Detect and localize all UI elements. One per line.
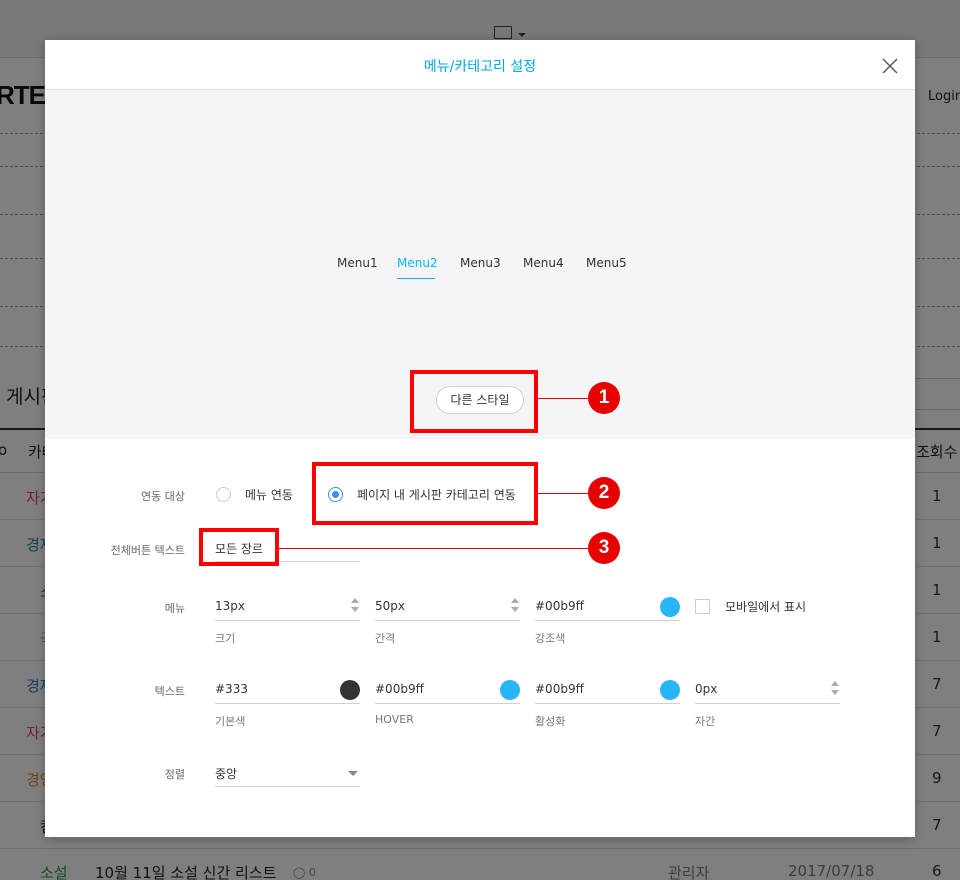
text-hover-color-caption: HOVER [375, 713, 414, 726]
menu-row-label: 메뉴 [164, 602, 185, 615]
menu-spacing-value: 50px [375, 599, 405, 613]
show-on-mobile-label[interactable]: 모바일에서 표시 [725, 598, 806, 615]
menu-preview-area: Menu1 Menu2 Menu3 Menu4 Menu5 다른 스타일 [45, 90, 915, 439]
annotation-marker-3: 3 [588, 532, 620, 564]
color-swatch[interactable] [500, 680, 520, 700]
text-hover-color-input[interactable]: #00b9ff [375, 676, 520, 704]
letter-spacing-input[interactable]: 0px [695, 676, 840, 704]
text-active-color-caption: 활성화 [535, 715, 566, 728]
board-category-link-radio[interactable] [328, 487, 343, 502]
annotation-marker-1: 1 [588, 382, 620, 414]
menu-size-value: 13px [215, 599, 245, 613]
close-button[interactable] [878, 54, 902, 78]
stepper-icon[interactable] [510, 597, 520, 613]
preview-menu-5[interactable]: Menu5 [586, 256, 627, 270]
board-category-link-radio-label[interactable]: 페이지 내 게시판 카테고리 연동 [357, 486, 516, 503]
align-row-label: 정렬 [164, 768, 185, 781]
annotation-line-1 [538, 398, 588, 399]
letter-spacing-value: 0px [695, 682, 718, 696]
align-select-value: 중앙 [215, 767, 238, 781]
stepper-icon[interactable] [350, 597, 360, 613]
active-menu-underline [397, 278, 435, 279]
close-icon [882, 58, 898, 74]
text-row-label: 텍스트 [154, 685, 185, 698]
menu-accent-color-input[interactable]: #00b9ff [535, 593, 680, 621]
text-base-color-input[interactable]: #333 [215, 676, 360, 704]
menu-category-settings-modal: 메뉴/카테고리 설정 Menu1 Menu2 Menu3 Menu4 Menu5… [45, 40, 915, 837]
preview-menu-3[interactable]: Menu3 [460, 256, 501, 270]
menu-accent-color-value: #00b9ff [535, 599, 584, 613]
all-button-text-label: 전체버튼 텍스트 [110, 544, 185, 557]
menu-size-caption: 크기 [215, 632, 236, 645]
preview-menu-1[interactable]: Menu1 [337, 256, 378, 270]
preview-menu-2[interactable]: Menu2 [397, 256, 438, 270]
menu-size-input[interactable]: 13px [215, 593, 360, 621]
color-swatch[interactable] [660, 680, 680, 700]
menu-link-radio[interactable] [216, 487, 231, 502]
text-base-color-value: #333 [215, 682, 248, 696]
color-swatch[interactable] [340, 680, 360, 700]
text-hover-color-value: #00b9ff [375, 682, 424, 696]
other-style-button[interactable]: 다른 스타일 [436, 386, 524, 414]
stepper-icon[interactable] [830, 680, 840, 696]
annotation-line-2 [538, 493, 588, 494]
align-select[interactable]: 중앙 [215, 759, 360, 787]
modal-title: 메뉴/카테고리 설정 [423, 59, 537, 75]
chevron-down-icon [348, 771, 358, 776]
all-button-text-value: 모든 장르 [215, 542, 263, 556]
annotation-marker-2: 2 [588, 477, 620, 509]
text-base-color-caption: 기본색 [215, 715, 246, 728]
letter-spacing-caption: 자간 [695, 715, 716, 728]
menu-accent-color-caption: 강조색 [535, 632, 566, 645]
show-on-mobile-checkbox[interactable] [695, 599, 710, 614]
link-target-label: 연동 대상 [141, 490, 185, 503]
color-swatch[interactable] [660, 597, 680, 617]
modal-header: 메뉴/카테고리 설정 [45, 40, 915, 90]
text-active-color-value: #00b9ff [535, 682, 584, 696]
menu-spacing-caption: 간격 [375, 632, 396, 645]
annotation-line-3 [279, 548, 588, 549]
text-active-color-input[interactable]: #00b9ff [535, 676, 680, 704]
preview-menu-4[interactable]: Menu4 [523, 256, 564, 270]
menu-spacing-input[interactable]: 50px [375, 593, 520, 621]
menu-link-radio-label[interactable]: 메뉴 연동 [245, 486, 293, 503]
